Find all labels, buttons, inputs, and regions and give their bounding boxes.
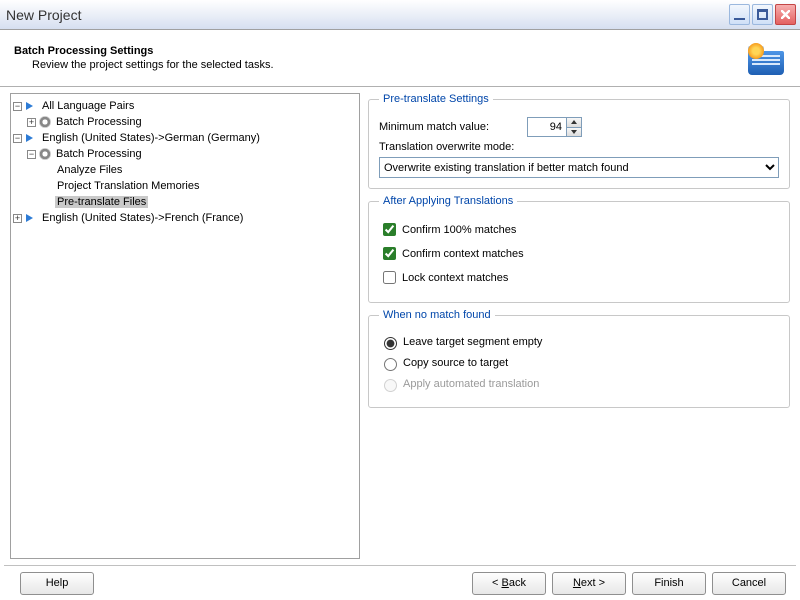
next-button[interactable]: Next > [552, 572, 626, 595]
spin-down-icon[interactable] [566, 127, 581, 136]
maximize-button[interactable] [752, 4, 773, 25]
group-legend: When no match found [379, 309, 495, 321]
arrow-icon [25, 132, 37, 144]
min-match-label: Minimum match value: [379, 121, 489, 133]
settings-tree[interactable]: − All Language Pairs + Batch Processing … [10, 93, 360, 559]
finish-button[interactable]: Finish [632, 572, 706, 595]
radio-label: Copy source to target [403, 357, 508, 369]
after-applying-group: After Applying Translations Confirm 100%… [368, 195, 790, 303]
collapse-icon[interactable]: − [13, 134, 22, 143]
title-bar: New Project [0, 0, 800, 30]
radio-label: Leave target segment empty [403, 336, 542, 348]
overwrite-mode-select[interactable]: Overwrite existing translation if better… [379, 157, 779, 178]
copy-source-radio[interactable] [384, 358, 397, 371]
tree-item-en-fr[interactable]: + English (United States)->French (Franc… [13, 210, 357, 226]
lock-context-checkbox[interactable] [383, 271, 396, 284]
back-button[interactable]: < Back [472, 572, 546, 595]
no-match-group: When no match found Leave target segment… [368, 309, 790, 408]
collapse-icon[interactable]: − [27, 150, 36, 159]
spin-up-icon[interactable] [566, 118, 581, 127]
cancel-button[interactable]: Cancel [712, 572, 786, 595]
btn-text: ack [509, 577, 526, 589]
group-legend: Pre-translate Settings [379, 93, 493, 105]
window-title: New Project [4, 7, 81, 23]
wizard-header: Batch Processing Settings Review the pro… [0, 30, 800, 86]
tree-item-en-de-bp[interactable]: − Batch Processing [13, 146, 357, 162]
collapse-icon[interactable]: − [13, 102, 22, 111]
wizard-footer: Help < Back Next > Finish Cancel [0, 566, 800, 600]
apply-automated-radio [384, 379, 397, 392]
min-match-input[interactable] [528, 118, 566, 136]
group-legend: After Applying Translations [379, 195, 517, 207]
gear-icon [39, 116, 51, 128]
close-button[interactable] [775, 4, 796, 25]
tree-label: Project Translation Memories [55, 180, 201, 192]
tree-item-all-pairs[interactable]: − All Language Pairs [13, 98, 357, 114]
expand-icon[interactable]: + [27, 118, 36, 127]
tree-label: Batch Processing [54, 116, 144, 128]
checkbox-label: Confirm 100% matches [402, 224, 516, 236]
tree-label: Batch Processing [54, 148, 144, 160]
tree-label: English (United States)->German (Germany… [40, 132, 262, 144]
checkbox-label: Lock context matches [402, 272, 508, 284]
leave-empty-radio[interactable] [384, 337, 397, 350]
tree-label: Analyze Files [55, 164, 124, 176]
pretranslate-settings-group: Pre-translate Settings Minimum match val… [368, 93, 790, 189]
radio-label: Apply automated translation [403, 378, 539, 390]
minimize-button[interactable] [729, 4, 750, 25]
confirm-100-checkbox[interactable] [383, 223, 396, 236]
expand-icon[interactable]: + [13, 214, 22, 223]
tree-item-analyze[interactable]: Analyze Files [13, 162, 357, 178]
page-subtitle: Review the project settings for the sele… [32, 59, 746, 71]
tree-item-pretranslate[interactable]: Pre-translate Files [13, 194, 357, 210]
tree-label: Pre-translate Files [55, 196, 148, 208]
help-button[interactable]: Help [20, 572, 94, 595]
tree-item-ptm[interactable]: Project Translation Memories [13, 178, 357, 194]
tree-label: All Language Pairs [40, 100, 136, 112]
tree-label: English (United States)->French (France) [40, 212, 245, 224]
arrow-icon [25, 100, 37, 112]
arrow-icon [25, 212, 37, 224]
tree-item-batch-processing[interactable]: + Batch Processing [13, 114, 357, 130]
tree-item-en-de[interactable]: − English (United States)->German (Germa… [13, 130, 357, 146]
min-match-stepper[interactable] [527, 117, 582, 137]
confirm-context-checkbox[interactable] [383, 247, 396, 260]
overwrite-mode-label: Translation overwrite mode: [379, 141, 514, 153]
gear-icon [39, 148, 51, 160]
btn-text: ext [581, 577, 596, 589]
banner-icon [746, 41, 786, 75]
page-title: Batch Processing Settings [14, 45, 746, 57]
checkbox-label: Confirm context matches [402, 248, 524, 260]
